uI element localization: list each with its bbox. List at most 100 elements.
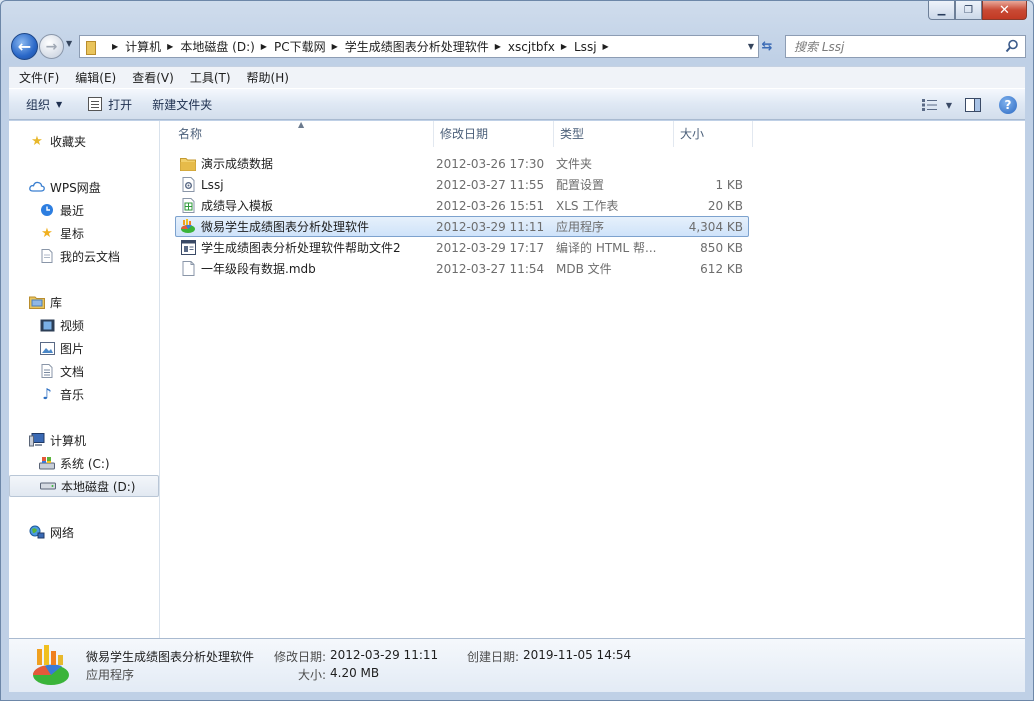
- file-list: 演示成绩数据 2012-03-26 17:30 文件夹 Lssj 2012-03…: [175, 153, 749, 279]
- chevron-right-icon[interactable]: ▶: [603, 42, 609, 51]
- sort-ascending-icon: ▲: [298, 120, 305, 129]
- folder-icon: [180, 156, 196, 172]
- table-row[interactable]: 成绩导入模板 2012-03-26 15:51 XLS 工作表 20 KB: [175, 195, 749, 216]
- history-dropdown-icon[interactable]: ▼: [66, 39, 72, 48]
- sidebar-item-library[interactable]: 库: [9, 291, 159, 313]
- sidebar-item-label: 视频: [60, 318, 85, 333]
- command-bar: 组织 ▼ 打开 新建文件夹 ▼ ?: [9, 88, 1025, 120]
- breadcrumb-computer[interactable]: 计算机: [125, 38, 161, 55]
- file-size: 20 KB: [707, 198, 743, 213]
- breadcrumb-drive-d[interactable]: 本地磁盘 (D:): [180, 38, 254, 55]
- clock-icon: [39, 202, 55, 218]
- file-size: 1 KB: [715, 177, 743, 192]
- table-row-selected[interactable]: 微易学生成绩图表分析处理软件 2012-03-29 11:11 应用程序 4,3…: [175, 216, 749, 237]
- sidebar-item-cloud-docs[interactable]: 我的云文档: [9, 245, 159, 267]
- sidebar-item-drive-c[interactable]: 系统 (C:): [9, 452, 159, 474]
- address-bar[interactable]: ▶ 计算机 ▶ 本地磁盘 (D:) ▶ PC下载网 ▶ 学生成绩图表分析处理软件…: [79, 35, 759, 58]
- film-icon: [39, 317, 55, 333]
- star-icon: ★: [41, 225, 53, 241]
- refresh-button[interactable]: ⇆: [753, 35, 781, 58]
- search-icon[interactable]: [1005, 39, 1019, 53]
- window-controls: ▁ ❐ ✕: [928, 1, 1027, 21]
- config-file-icon: [180, 177, 196, 193]
- sidebar-item-recent[interactable]: 最近: [9, 199, 159, 221]
- help-file-icon: [180, 240, 196, 256]
- breadcrumb-pc-download[interactable]: PC下载网: [274, 38, 326, 55]
- details-file-type: 应用程序: [86, 668, 135, 682]
- file-date: 2012-03-29 11:11: [436, 219, 545, 234]
- menu-edit[interactable]: 编辑(E): [67, 68, 124, 88]
- sidebar-item-label: 文档: [60, 364, 85, 379]
- application-icon: [180, 219, 196, 235]
- computer-icon: [29, 432, 45, 448]
- column-header-date[interactable]: 修改日期: [434, 121, 554, 147]
- sidebar-item-label: WPS网盘: [50, 180, 101, 195]
- details-created-label: 创建日期:: [467, 650, 520, 664]
- open-icon: [88, 97, 103, 111]
- sidebar-item-wps[interactable]: WPS网盘: [9, 176, 159, 198]
- preview-pane-icon[interactable]: [965, 98, 981, 112]
- sidebar-item-music[interactable]: ♪ 音乐: [9, 383, 159, 405]
- organize-label: 组织: [26, 97, 51, 112]
- sidebar-item-documents[interactable]: 文档: [9, 360, 159, 382]
- chevron-right-icon[interactable]: ▶: [332, 42, 338, 51]
- menu-tools[interactable]: 工具(T): [182, 68, 239, 88]
- chevron-down-icon: ▼: [945, 100, 952, 110]
- file-name: Lssj: [201, 177, 224, 192]
- table-row[interactable]: Lssj 2012-03-27 11:55 配置设置 1 KB: [175, 174, 749, 195]
- file-name: 微易学生成绩图表分析处理软件: [201, 220, 370, 234]
- table-row[interactable]: 学生成绩图表分析处理软件帮助文件2 2012-03-29 17:17 编译的 H…: [175, 237, 749, 258]
- minimize-button[interactable]: ▁: [928, 1, 955, 20]
- application-icon: [32, 645, 69, 685]
- menu-file[interactable]: 文件(F): [11, 68, 67, 88]
- sidebar-item-starred[interactable]: ★ 星标: [9, 222, 159, 244]
- chevron-right-icon[interactable]: ▶: [561, 42, 567, 51]
- sidebar-item-label: 音乐: [60, 387, 85, 402]
- column-header-size[interactable]: 大小: [674, 121, 753, 147]
- sidebar-item-favorites[interactable]: ★ 收藏夹: [9, 130, 159, 152]
- forward-button[interactable]: →: [39, 34, 64, 59]
- search-input[interactable]: [794, 39, 1004, 54]
- details-size-value: 4.20 MB: [330, 666, 380, 680]
- sidebar-item-computer[interactable]: 计算机: [9, 429, 159, 451]
- breadcrumb-lssj[interactable]: Lssj: [574, 40, 597, 54]
- back-button[interactable]: ←: [11, 33, 38, 60]
- command-bar-right: ▼ ?: [915, 93, 1025, 117]
- chevron-right-icon[interactable]: ▶: [261, 42, 267, 51]
- back-arrow-icon: ←: [17, 37, 32, 56]
- chevron-right-icon[interactable]: ▶: [495, 42, 501, 51]
- file-type: XLS 工作表: [556, 199, 619, 213]
- breadcrumb-xscjtbfx[interactable]: xscjtbfx: [508, 40, 555, 54]
- sidebar-item-label: 图片: [60, 341, 85, 356]
- menu-view[interactable]: 查看(V): [124, 68, 182, 88]
- navigation-bar: ← → ▼ ▶ 计算机 ▶ 本地磁盘 (D:) ▶ PC下载网 ▶ 学生成绩图表…: [9, 30, 1026, 62]
- menu-help[interactable]: 帮助(H): [239, 68, 297, 88]
- new-folder-button[interactable]: 新建文件夹: [143, 92, 221, 116]
- breadcrumb: ▶ 计算机 ▶ 本地磁盘 (D:) ▶ PC下载网 ▶ 学生成绩图表分析处理软件…: [106, 36, 616, 57]
- organize-button[interactable]: 组织 ▼: [17, 92, 71, 116]
- file-name: 演示成绩数据: [201, 157, 274, 171]
- sidebar-item-videos[interactable]: 视频: [9, 314, 159, 336]
- sidebar-item-pictures[interactable]: 图片: [9, 337, 159, 359]
- chevron-right-icon[interactable]: ▶: [112, 42, 118, 51]
- maximize-button[interactable]: ❐: [955, 1, 982, 20]
- column-header-name[interactable]: ▲ 名称: [161, 120, 434, 147]
- open-button[interactable]: 打开: [79, 92, 141, 116]
- column-header-label: 修改日期: [440, 127, 489, 141]
- column-header-type[interactable]: 类型: [554, 121, 674, 147]
- breadcrumb-software[interactable]: 学生成绩图表分析处理软件: [345, 38, 489, 55]
- change-view-button[interactable]: ▼: [915, 93, 959, 117]
- explorer-window: ▁ ❐ ✕ ← → ▼ ▶ 计算机 ▶ 本地磁盘 (D:) ▶ PC下载网 ▶ …: [0, 0, 1034, 701]
- navigation-pane: ★ 收藏夹 WPS网盘 最近 ★ 星标 我的云文档 库 视频 图片 文档 ♪ 音…: [9, 121, 160, 638]
- table-row[interactable]: 演示成绩数据 2012-03-26 17:30 文件夹: [175, 153, 749, 174]
- close-button[interactable]: ✕: [982, 1, 1027, 20]
- file-date: 2012-03-29 17:17: [436, 240, 545, 255]
- file-date: 2012-03-27 11:54: [436, 261, 545, 276]
- help-button[interactable]: ?: [999, 96, 1017, 114]
- sidebar-item-network[interactable]: 网络: [9, 521, 159, 543]
- sidebar-item-drive-d[interactable]: 本地磁盘 (D:): [9, 475, 159, 497]
- table-row[interactable]: 一年级段有数据.mdb 2012-03-27 11:54 MDB 文件 612 …: [175, 258, 749, 279]
- details-pane: 微易学生成绩图表分析处理软件 应用程序 修改日期: 2012-03-29 11:…: [9, 638, 1025, 692]
- menu-bar: 文件(F) 编辑(E) 查看(V) 工具(T) 帮助(H): [9, 66, 1025, 88]
- chevron-right-icon[interactable]: ▶: [167, 42, 173, 51]
